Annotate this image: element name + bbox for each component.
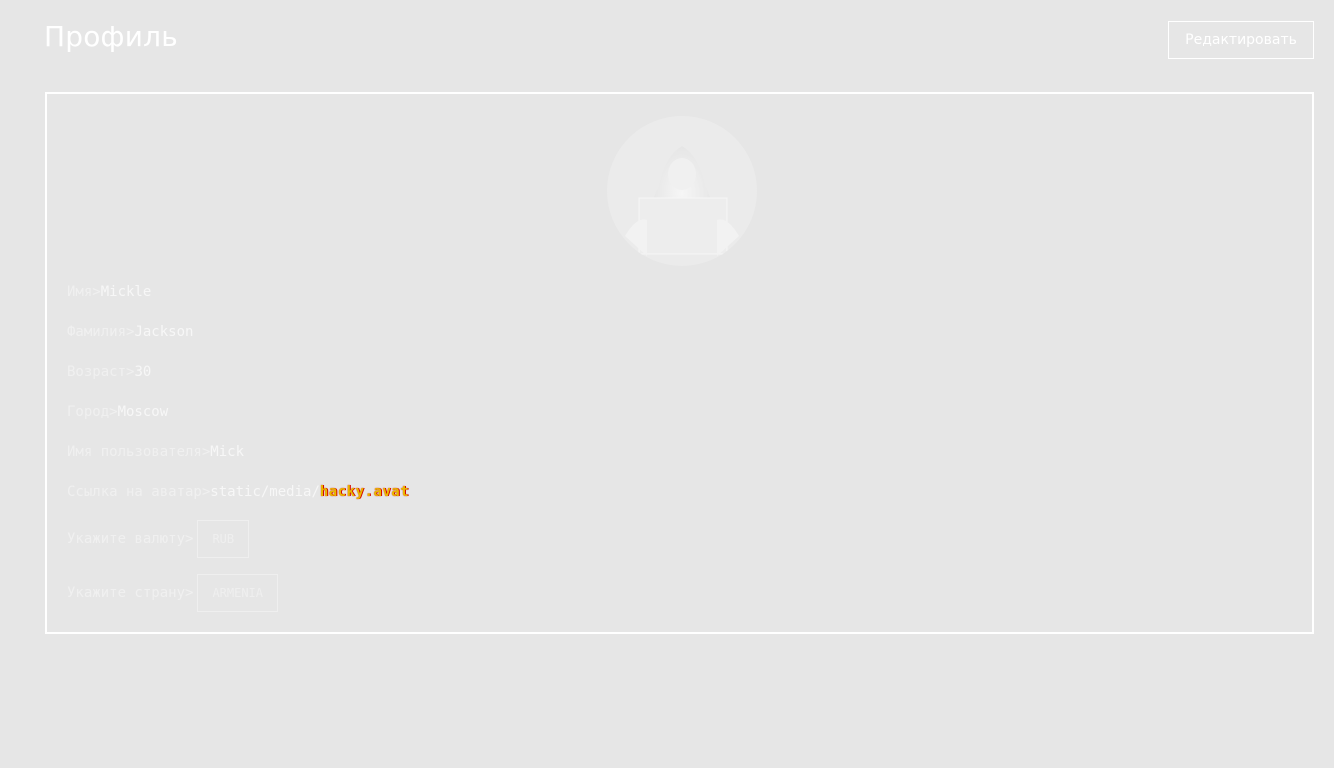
username-label: Имя пользователя>: [67, 444, 211, 460]
city-value: Moscow: [117, 404, 169, 420]
country-label: Укажите страну>: [67, 585, 194, 601]
avatar-link-value: static/media/ hacky.avat: [210, 484, 409, 500]
last-name-label: Фамилия>: [67, 324, 135, 340]
user-avatar-icon: [607, 116, 757, 266]
age-value: 30: [134, 364, 152, 380]
page-title: Профиль: [44, 20, 178, 53]
age-label: Возраст>: [67, 364, 135, 380]
profile-card: Имя> Mickle Фамилия> Jackson Возраст> 30…: [45, 92, 1314, 634]
field-avatar-link: Ссылка на аватар> static/media/ hacky.av…: [67, 484, 409, 500]
country-select[interactable]: ARMENIA: [197, 574, 279, 612]
currency-label: Укажите валюту>: [67, 531, 194, 547]
avatar: [607, 116, 757, 266]
avatar-link-file: hacky.avat: [319, 484, 410, 500]
field-first-name: Имя> Mickle: [67, 284, 151, 300]
currency-select[interactable]: RUB: [197, 520, 250, 558]
avatar-link-path: static/media/: [210, 484, 320, 500]
avatar-link-label: Ссылка на аватар>: [67, 484, 211, 500]
field-last-name: Фамилия> Jackson: [67, 324, 193, 340]
last-name-value: Jackson: [134, 324, 194, 340]
field-currency: Укажите валюту> RUB: [67, 520, 250, 558]
profile-page: Профиль Редактировать Имя> Mickle Фамили…: [0, 0, 1334, 768]
field-username: Имя пользователя> Mick: [67, 444, 244, 460]
field-city: Город> Moscow: [67, 404, 168, 420]
field-country: Укажите страну> ARMENIA: [67, 574, 279, 612]
first-name-value: Mickle: [100, 284, 152, 300]
username-value: Mick: [210, 444, 245, 460]
edit-button[interactable]: Редактировать: [1168, 21, 1314, 59]
first-name-label: Имя>: [67, 284, 101, 300]
field-age: Возраст> 30: [67, 364, 151, 380]
city-label: Город>: [67, 404, 118, 420]
